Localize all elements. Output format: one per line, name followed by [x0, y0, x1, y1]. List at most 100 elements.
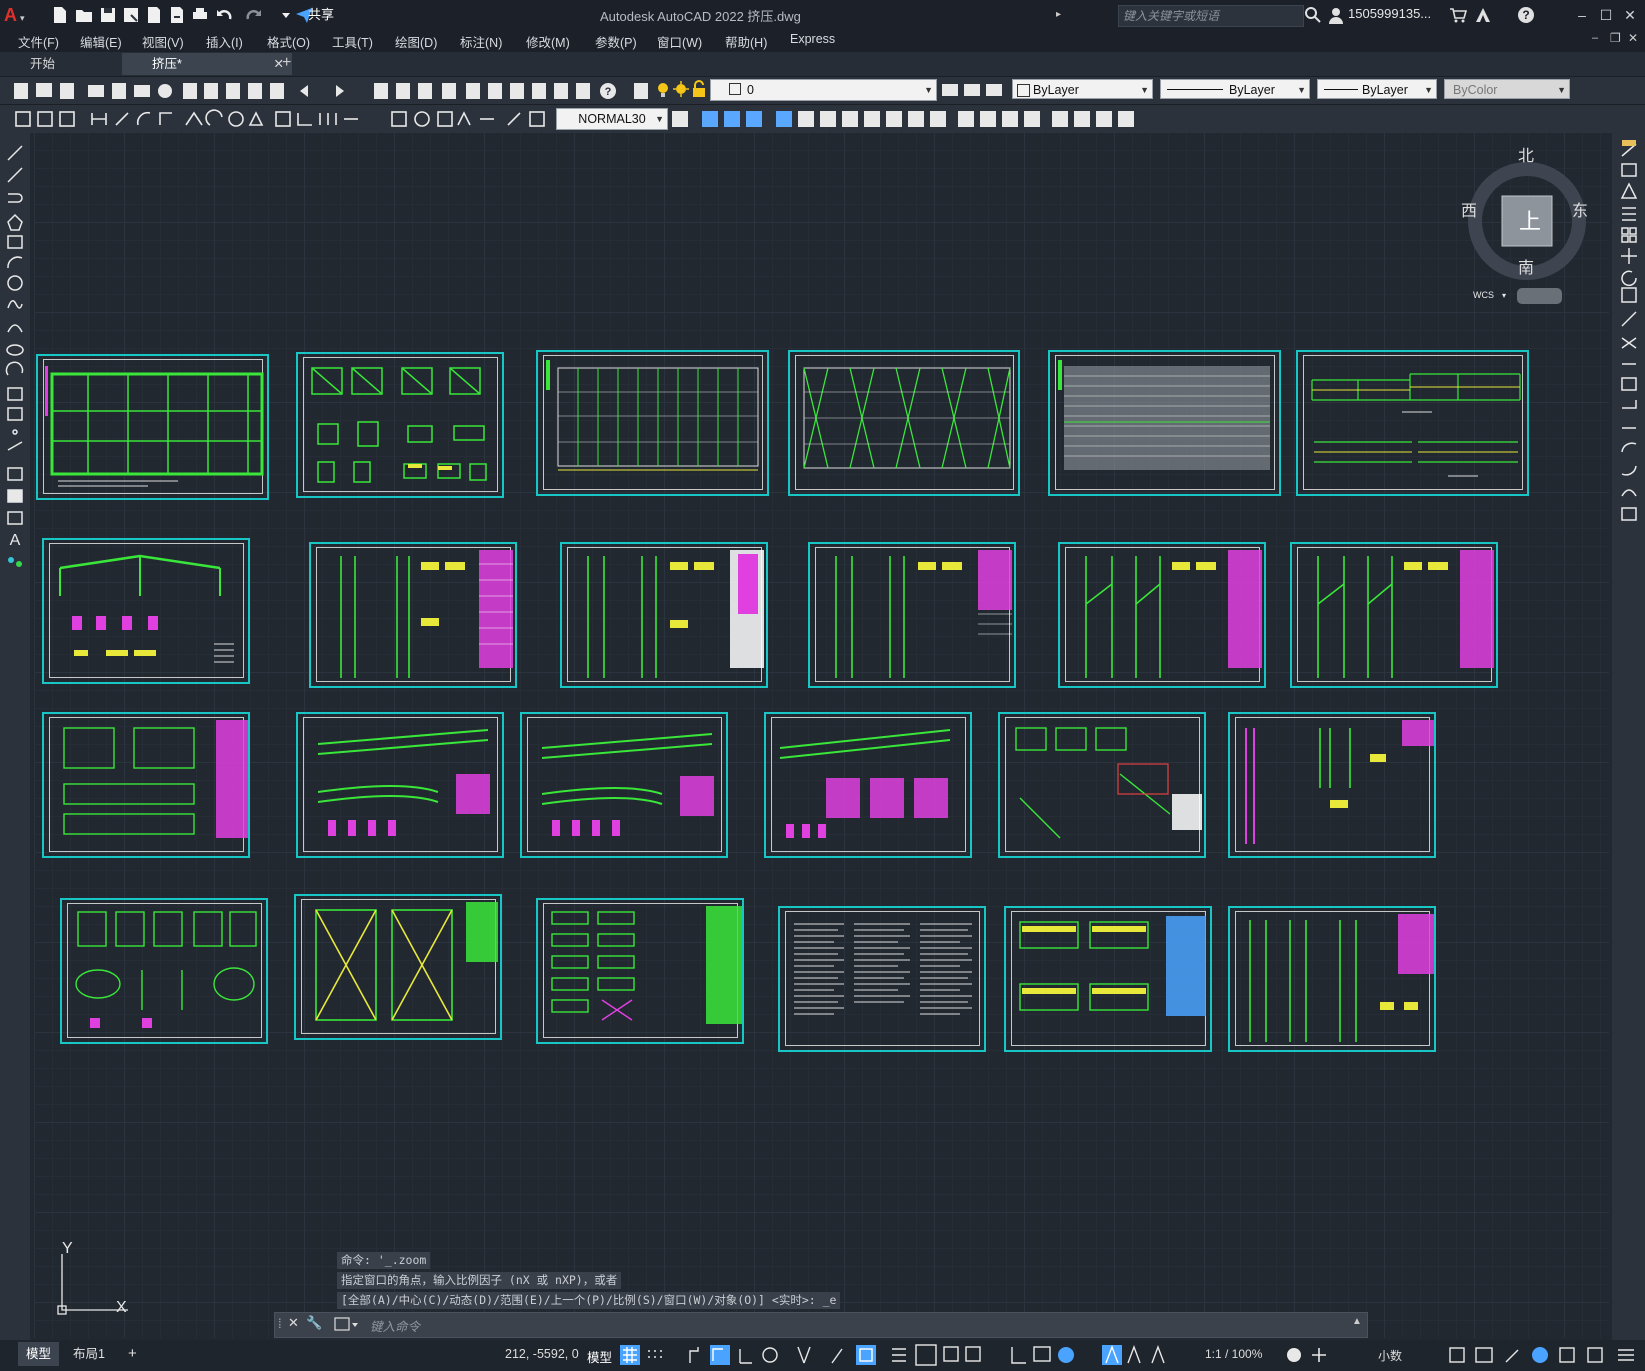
- menu-parametric[interactable]: 参数(P): [595, 32, 637, 51]
- standard-toolbar-icons[interactable]: ?: [0, 77, 680, 105]
- recent-commands-icon[interactable]: [334, 1316, 360, 1332]
- drawing-sheet[interactable]: [1058, 542, 1266, 688]
- dimension-toolbar-icons[interactable]: [0, 105, 560, 133]
- menu-tools[interactable]: 工具(T): [332, 32, 373, 51]
- layer-thaw-icon[interactable]: [672, 80, 690, 98]
- new-file-icon[interactable]: [50, 5, 70, 25]
- drawing-sheet[interactable]: [296, 352, 504, 498]
- new-layout-button[interactable]: +: [120, 1342, 145, 1366]
- app-menu-button[interactable]: A ▾: [4, 3, 38, 27]
- tab-current-drawing[interactable]: 挤压* ✕: [122, 53, 292, 75]
- drawing-sheet[interactable]: [1290, 542, 1498, 688]
- command-close-icon[interactable]: ✕: [288, 1315, 299, 1331]
- menu-help[interactable]: 帮助(H): [725, 32, 767, 51]
- dimstyle-dropdown[interactable]: NORMAL30 ▼: [556, 108, 668, 130]
- units-dropdown[interactable]: 小数: [1378, 1347, 1402, 1364]
- command-line-grip-icon[interactable]: ⁞: [278, 1316, 282, 1331]
- menu-format[interactable]: 格式(O): [267, 32, 310, 51]
- tab-model[interactable]: 模型: [18, 1342, 60, 1366]
- save-icon[interactable]: [98, 5, 118, 25]
- expand-search-icon[interactable]: ▸: [1056, 9, 1061, 20]
- drawing-sheet[interactable]: [998, 712, 1206, 858]
- plot-icon[interactable]: [190, 5, 210, 25]
- drawing-sheet[interactable]: [36, 354, 269, 500]
- menu-file[interactable]: 文件(F): [18, 32, 59, 51]
- command-input[interactable]: 键入命令: [370, 1316, 420, 1335]
- menu-view[interactable]: 视图(V): [142, 32, 184, 51]
- coordinate-readout[interactable]: 212, -5592, 0: [505, 1347, 579, 1361]
- viewcube-north[interactable]: 北: [1518, 142, 1534, 166]
- share-button[interactable]: 共享: [308, 5, 334, 25]
- menu-dimension[interactable]: 标注(N): [460, 32, 502, 51]
- lineweight-dropdown[interactable]: ByLayer ▼: [1317, 79, 1437, 99]
- command-scroll-up-icon[interactable]: ▲: [1352, 1316, 1362, 1327]
- undo-icon[interactable]: [214, 5, 234, 25]
- redo-icon[interactable]: [244, 5, 264, 25]
- linetype-dropdown[interactable]: ByLayer ▼: [1160, 79, 1310, 99]
- plotstyle-dropdown[interactable]: ByColor ▼: [1444, 79, 1570, 99]
- drawing-sheet[interactable]: [808, 542, 1016, 688]
- maximize-icon[interactable]: ☐: [1596, 5, 1616, 25]
- drawing-sheet[interactable]: [1228, 906, 1436, 1052]
- color-dropdown[interactable]: ByLayer ▼: [1012, 79, 1153, 99]
- menu-express[interactable]: Express: [790, 32, 835, 46]
- open-file-icon[interactable]: [74, 5, 94, 25]
- viewcube[interactable]: 上 北 南 东 西 WCS ▾: [1461, 148, 1597, 325]
- drawing-sheet[interactable]: [536, 350, 769, 496]
- drawing-sheet[interactable]: [1296, 350, 1529, 496]
- drawing-sheet[interactable]: [1004, 906, 1212, 1052]
- wcs-menu[interactable]: WCS ▾: [1467, 290, 1597, 300]
- menu-window[interactable]: 窗口(W): [657, 32, 702, 51]
- new-tab-button[interactable]: +: [282, 54, 291, 72]
- menu-insert[interactable]: 插入(I): [206, 32, 243, 51]
- tab-layout1[interactable]: 布局1: [65, 1342, 113, 1366]
- layer-dropdown[interactable]: 0 ▼: [710, 79, 937, 101]
- save-as-icon[interactable]: [121, 5, 141, 25]
- autodesk-app-icon[interactable]: [1474, 6, 1492, 24]
- viewcube-top-face[interactable]: 上: [1519, 204, 1541, 236]
- drawing-sheet[interactable]: [296, 712, 504, 858]
- drawing-sheet[interactable]: [42, 712, 250, 858]
- customize-wrench-icon[interactable]: 🔧: [306, 1315, 322, 1331]
- drawing-sheet[interactable]: [1228, 712, 1436, 858]
- drawing-sheet[interactable]: [1048, 350, 1281, 496]
- model-space-toggle[interactable]: 模型: [587, 1347, 612, 1366]
- drawing-sheet[interactable]: [788, 350, 1020, 496]
- status-toggle-icons[interactable]: [620, 1343, 1380, 1367]
- drawing-sheet[interactable]: [294, 894, 502, 1040]
- doc-close-icon[interactable]: ✕: [1628, 31, 1638, 45]
- modify-toolbar-icons[interactable]: [1612, 138, 1645, 528]
- minimize-icon[interactable]: –: [1572, 5, 1592, 25]
- drawing-canvas[interactable]: [34, 132, 1609, 1338]
- view-toolbar-icons[interactable]: [672, 109, 1162, 129]
- workspace-icons[interactable]: [1285, 1344, 1365, 1366]
- search-input[interactable]: 键入关键字或短语: [1118, 5, 1304, 27]
- viewcube-east[interactable]: 东: [1572, 197, 1588, 221]
- user-account-label[interactable]: 1505999135...: [1348, 6, 1431, 21]
- layer-tools-icons[interactable]: [942, 80, 1002, 98]
- open-from-web-icon[interactable]: [144, 5, 164, 25]
- search-icon[interactable]: [1304, 6, 1322, 24]
- save-to-web-icon[interactable]: [167, 5, 187, 25]
- menu-modify[interactable]: 修改(M): [526, 32, 570, 51]
- viewcube-west[interactable]: 西: [1461, 197, 1477, 221]
- annotation-scale[interactable]: 1:1 / 100%: [1205, 1347, 1262, 1361]
- menu-draw[interactable]: 绘图(D): [395, 32, 437, 51]
- menu-edit[interactable]: 编辑(E): [80, 32, 122, 51]
- drawing-sheet[interactable]: [560, 542, 768, 688]
- close-icon[interactable]: ✕: [1620, 5, 1640, 25]
- drawing-sheet[interactable]: [778, 906, 986, 1052]
- doc-restore-icon[interactable]: ❐: [1610, 31, 1621, 45]
- customize-quick-access-icon[interactable]: [276, 5, 296, 25]
- doc-minimize-icon[interactable]: –: [1592, 32, 1598, 44]
- cart-icon[interactable]: [1449, 6, 1468, 24]
- drawing-sheet[interactable]: [520, 712, 728, 858]
- status-right-icons[interactable]: [1448, 1344, 1643, 1366]
- drawing-sheet[interactable]: [309, 542, 517, 688]
- drawing-sheet[interactable]: [764, 712, 972, 858]
- help-icon[interactable]: ?: [1517, 6, 1535, 24]
- drawing-sheet[interactable]: [536, 898, 744, 1044]
- viewcube-south[interactable]: 南: [1518, 254, 1534, 278]
- layer-lock-icon[interactable]: [690, 80, 708, 98]
- user-icon[interactable]: [1327, 6, 1345, 24]
